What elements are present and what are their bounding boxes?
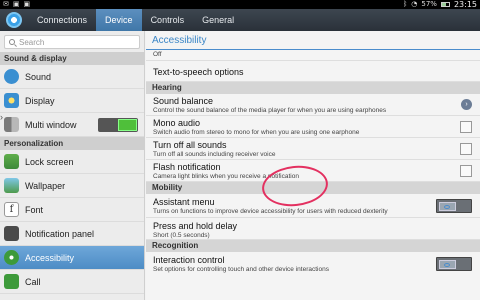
sidebar-item-sound[interactable]: Sound (0, 65, 144, 89)
toggle-knob (118, 119, 137, 131)
notification-icon: ▣ (12, 0, 20, 8)
setting-sound-balance[interactable]: Sound balance Control the sound balance … (146, 94, 480, 116)
setting-text-to-speech[interactable]: Text-to-speech options (146, 61, 480, 82)
sidebar-item-label: Display (25, 95, 55, 106)
notification-icon: ▣ (23, 0, 31, 8)
call-icon (4, 274, 19, 289)
search-input[interactable]: Search (4, 35, 140, 49)
status-bar: ✉ ▣ ▣ ᛒ ◔ 57% 23:15 (0, 0, 480, 9)
multi-window-toggle[interactable] (98, 118, 138, 132)
setting-interaction-control[interactable]: Interaction control Set options for cont… (146, 252, 480, 276)
section-header-personalization: Personalization (0, 137, 144, 150)
item-subtitle: Switch audio from stereo to mono for whe… (153, 129, 360, 136)
item-title: Sound balance (153, 96, 214, 106)
sidebar-item-accessibility[interactable]: Accessibility (0, 246, 144, 270)
sidebar-item-label: Notification panel (25, 228, 95, 239)
settings-app-icon (0, 9, 28, 31)
sidebar-item-font[interactable]: f Font (0, 198, 144, 222)
battery-icon (440, 2, 450, 7)
tab-controls[interactable]: Controls (142, 9, 194, 31)
notification-panel-icon (4, 226, 19, 241)
main-panel: Accessibility Off Text-to-speech options… (146, 31, 480, 300)
item-subtitle: Turn off all sounds including receiver v… (153, 151, 276, 158)
setting-mono-audio[interactable]: Mono audio Switch audio from stereo to m… (146, 116, 480, 138)
sidebar-item-display[interactable]: Display (0, 89, 144, 113)
accessibility-icon (4, 250, 19, 265)
lock-screen-icon (4, 154, 19, 169)
mail-icon: ✉ (3, 0, 9, 8)
sidebar-item-label: Sound (25, 71, 52, 82)
setting-turn-off-sounds[interactable]: Turn off all sounds Turn off all sounds … (146, 138, 480, 160)
sidebar-item-multi-window[interactable]: Multi window (0, 113, 144, 137)
sidebar-item-wallpaper[interactable]: Wallpaper (0, 174, 144, 198)
wifi-icon: ◔ (411, 0, 418, 8)
sidebar-item-label: Font (25, 204, 44, 215)
item-subtitle: Set options for controlling touch and ot… (153, 266, 329, 273)
chevron-right-icon[interactable]: › (461, 99, 472, 110)
tab-bar: Connections Device Controls General (0, 9, 480, 31)
sidebar-item-notification-panel[interactable]: Notification panel (0, 222, 144, 246)
item-subtitle: Control the sound balance of the media p… (153, 107, 387, 114)
bluetooth-icon: ᛒ (403, 0, 408, 8)
mono-audio-checkbox[interactable] (460, 121, 472, 133)
interaction-control-toggle[interactable] (436, 257, 472, 271)
tab-connections[interactable]: Connections (28, 9, 96, 31)
toggle-knob (439, 260, 456, 269)
search-icon (9, 39, 15, 45)
item-title: Press and hold delay (153, 221, 238, 231)
font-icon: f (4, 202, 19, 217)
item-subtitle: Turns on functions to improve device acc… (153, 208, 388, 215)
item-subtitle: Short (0.5 seconds) (153, 232, 210, 239)
speaker-icon (4, 69, 19, 84)
list-item: Off (146, 51, 480, 61)
flash-notification-checkbox[interactable] (460, 165, 472, 177)
item-title: Turn off all sounds (153, 140, 227, 150)
sidebar-item-label: Lock screen (25, 156, 74, 167)
search-placeholder: Search (19, 37, 45, 47)
multi-window-icon (4, 117, 19, 132)
sidebar-item-label: Multi window (25, 119, 77, 130)
clock: 23:15 (453, 0, 477, 9)
item-title: Text-to-speech options (153, 67, 244, 77)
tab-device[interactable]: Device (96, 9, 142, 31)
sidebar-item-label: Wallpaper (25, 180, 66, 191)
gear-icon (6, 12, 22, 28)
group-header-hearing: Hearing (146, 82, 480, 94)
item-title: Mono audio (153, 118, 201, 128)
item-title: Interaction control (153, 255, 225, 265)
sidebar-item-lock-screen[interactable]: Lock screen (0, 150, 144, 174)
turn-off-sounds-checkbox[interactable] (460, 143, 472, 155)
section-header-sound-display: Sound & display (0, 52, 144, 65)
group-header-recognition: Recognition (146, 240, 480, 252)
sidebar: Search Sound & display Sound Display Mul… (0, 31, 145, 300)
page-title: Accessibility (146, 31, 480, 50)
display-icon (4, 93, 19, 108)
sidebar-item-call[interactable]: Call (0, 270, 144, 294)
assistant-menu-toggle[interactable] (436, 199, 472, 213)
item-subtitle: Off (153, 51, 162, 58)
tab-general[interactable]: General (193, 9, 243, 31)
chevron-right-icon[interactable]: › (0, 112, 6, 122)
sidebar-item-label: Accessibility (25, 252, 75, 263)
sidebar-item-label: Call (25, 276, 41, 287)
toggle-indicator (444, 263, 450, 267)
toggle-knob (439, 202, 456, 211)
toggle-indicator (444, 205, 450, 209)
setting-press-hold-delay[interactable]: Press and hold delay Short (0.5 seconds) (146, 218, 480, 240)
battery-percent: 57% (421, 0, 437, 8)
wallpaper-icon (4, 178, 19, 193)
